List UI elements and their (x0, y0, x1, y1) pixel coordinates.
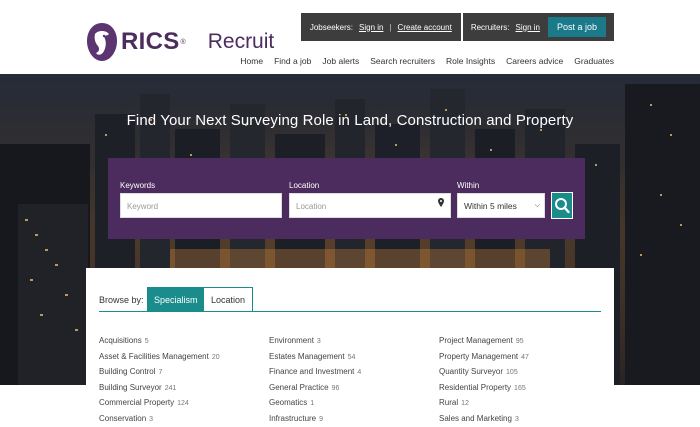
list-item[interactable]: Building Surveyor 241 (99, 383, 220, 399)
tab-underline (99, 311, 601, 312)
registered-mark: ® (180, 38, 186, 46)
specialism-name[interactable]: Commercial Property (99, 398, 174, 407)
list-item[interactable]: Environment 3 (269, 336, 361, 352)
main-nav: Home Find a job Job alerts Search recrui… (229, 56, 614, 66)
job-count: 105 (506, 369, 518, 376)
list-item[interactable]: Conservation 3 (99, 414, 220, 427)
distance-select[interactable]: Within 5 miles ⌵ (457, 193, 545, 218)
specialism-name[interactable]: Project Management (439, 336, 513, 345)
job-count: 95 (515, 338, 524, 345)
job-count: 3 (316, 338, 321, 345)
recruiters-box: Recruiters: Sign in Post a job (462, 13, 614, 41)
job-count: 3 (514, 415, 519, 423)
list-item[interactable]: Geomatics 1 (269, 398, 361, 414)
account-bar: Jobseekers: Sign in | Create account Rec… (300, 13, 614, 41)
list-item[interactable]: Estates Management 54 (269, 352, 361, 368)
keywords-label: Keywords (120, 181, 156, 190)
keyword-input[interactable]: Keyword (120, 193, 282, 218)
specialism-name[interactable]: Sales and Marketing (439, 414, 512, 423)
specialism-name[interactable]: Finance and Investment (269, 367, 354, 376)
lion-emblem-icon (87, 23, 117, 61)
nav-item-graduates[interactable]: Graduates (574, 56, 614, 66)
specialism-name[interactable]: Rural (439, 398, 458, 407)
job-count: 165 (514, 384, 526, 392)
search-icon (555, 198, 570, 214)
list-item[interactable]: Finance and Investment 4 (269, 367, 361, 383)
list-item[interactable]: Project Management 95 (439, 336, 529, 352)
list-item[interactable]: General Practice 96 (269, 383, 361, 399)
brand-product: Recruit (207, 30, 275, 53)
nav-item-careers-advice[interactable]: Careers advice (506, 56, 563, 66)
specialism-column-2: Environment 3 Estates Management 54 Financ… (269, 336, 361, 427)
list-item[interactable]: Asset & Facilities Management 20 (99, 352, 220, 368)
list-item[interactable]: Acquisitions 5 (99, 336, 220, 352)
job-count: 4 (357, 369, 362, 376)
nav-item-home[interactable]: Home (240, 56, 263, 66)
nav-item-find-a-job[interactable]: Find a job (274, 56, 311, 66)
recruiters-label: Recruiters: (470, 22, 510, 32)
job-count: 20 (211, 353, 220, 361)
specialism-name[interactable]: Residential Property (439, 383, 511, 392)
job-count: 7 (158, 369, 163, 376)
distance-select-value: Within 5 miles (464, 201, 517, 211)
job-count: 12 (461, 400, 469, 407)
jobseekers-label: Jobseekers: (309, 22, 353, 32)
list-item[interactable]: Sales and Marketing 3 (439, 414, 529, 427)
location-input[interactable]: Location (289, 193, 451, 218)
list-item[interactable]: Commercial Property 124 (99, 398, 220, 414)
browse-section: Browse by: Specialism Location Acquisiti… (86, 268, 614, 427)
nav-item-job-alerts[interactable]: Job alerts (322, 56, 359, 66)
location-placeholder: Location (296, 202, 327, 211)
list-item[interactable]: Residential Property 165 (439, 383, 529, 399)
job-count: 54 (347, 353, 356, 361)
specialism-name[interactable]: Quantity Surveyor (439, 367, 503, 376)
job-search-panel: Keywords Keyword Location Location Withi… (108, 158, 585, 239)
specialism-name[interactable]: Property Management (439, 352, 518, 361)
specialism-name[interactable]: Asset & Facilities Management (99, 352, 209, 361)
list-item[interactable]: Rural 12 (439, 398, 529, 414)
list-item[interactable]: Infrastructure 9 (269, 414, 361, 427)
post-a-job-button[interactable]: Post a job (547, 17, 606, 37)
hero-title: Find Your Next Surveying Role in Land, C… (126, 112, 574, 129)
specialism-name[interactable]: Geomatics (269, 398, 307, 407)
list-item[interactable]: Building Control 7 (99, 367, 220, 383)
site-header: RICS ® Recruit Jobseekers: Sign in | Cre… (0, 0, 700, 74)
specialism-column-3: Project Management 95 Property Management… (439, 336, 529, 427)
browse-by-label: Browse by: (99, 295, 144, 305)
specialism-name[interactable]: Infrastructure (269, 414, 316, 423)
specialism-name[interactable]: Building Surveyor (99, 383, 162, 392)
location-label: Location (289, 181, 320, 190)
specialism-name[interactable]: Building Control (99, 367, 155, 376)
jobseekers-box: Jobseekers: Sign in | Create account (300, 13, 461, 41)
chevron-down-icon: ⌵ (534, 202, 540, 209)
nav-item-role-insights[interactable]: Role Insights (446, 56, 495, 66)
specialism-name[interactable]: Acquisitions (99, 336, 142, 345)
job-count: 96 (331, 384, 340, 392)
job-count: 124 (177, 400, 189, 407)
link-separator: | (389, 22, 392, 32)
tab-specialism[interactable]: Specialism (147, 287, 205, 312)
list-item[interactable]: Property Management 47 (439, 352, 529, 368)
within-label: Within (457, 181, 480, 190)
job-count: 1 (310, 400, 315, 407)
job-count: 9 (319, 415, 324, 423)
job-count: 47 (521, 353, 529, 361)
search-button[interactable] (551, 192, 573, 219)
specialism-column-1: Acquisitions 5 Asset & Facilities Managem… (99, 336, 220, 427)
brand-name: RICS (121, 28, 180, 55)
recruiters-sign-in-link[interactable]: Sign in (516, 23, 540, 32)
tab-location[interactable]: Location (203, 287, 254, 312)
create-account-link[interactable]: Create account (398, 23, 452, 32)
nav-item-search-recruiters[interactable]: Search recruiters (370, 56, 435, 66)
specialism-name[interactable]: General Practice (269, 383, 329, 392)
job-count: 5 (144, 338, 149, 345)
specialism-name[interactable]: Conservation (99, 414, 146, 423)
specialism-name[interactable]: Environment (269, 336, 314, 345)
map-pin-icon (438, 198, 444, 207)
job-count: 3 (149, 415, 154, 423)
jobseekers-sign-in-link[interactable]: Sign in (359, 23, 383, 32)
specialism-name[interactable]: Estates Management (269, 352, 345, 361)
job-count: 241 (164, 384, 177, 392)
list-item[interactable]: Quantity Surveyor 105 (439, 367, 529, 383)
